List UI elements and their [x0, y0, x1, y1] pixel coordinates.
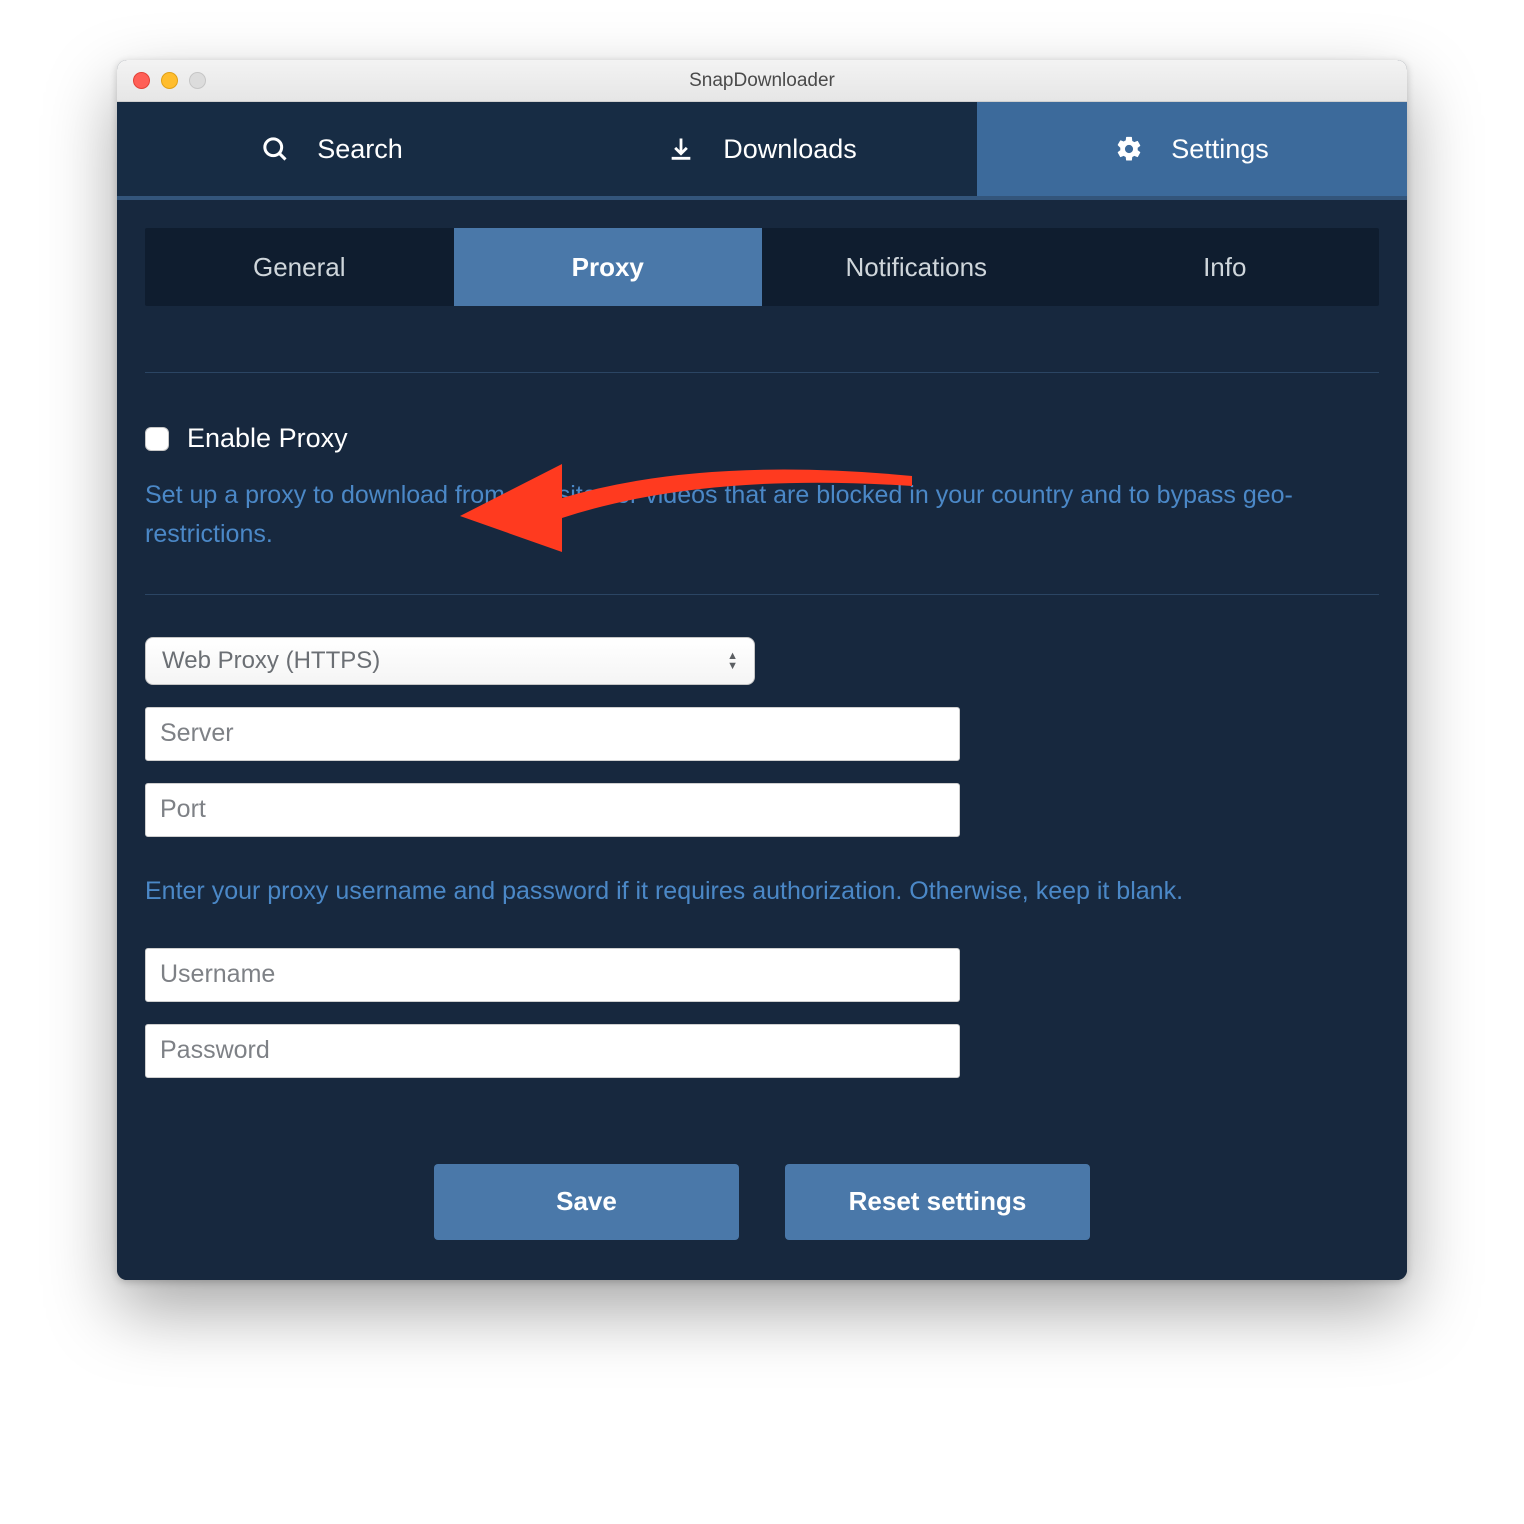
proxy-description: Set up a proxy to download from websites… [145, 476, 1379, 554]
proxy-type-select[interactable]: Web Proxy (HTTPS) ▲▼ [145, 637, 755, 685]
proxy-type-selected: Web Proxy (HTTPS) [162, 647, 380, 675]
nav-label: Downloads [723, 134, 857, 165]
app-window: SnapDownloader Search Downloads Settings… [117, 60, 1407, 1280]
window-title: SnapDownloader [117, 70, 1407, 92]
proxy-type-select-wrap: Web Proxy (HTTPS) ▲▼ [145, 637, 755, 685]
divider [145, 372, 1379, 373]
tab-proxy[interactable]: Proxy [454, 228, 763, 306]
nav-search[interactable]: Search [117, 102, 547, 196]
enable-proxy-label: Enable Proxy [187, 423, 348, 454]
password-input[interactable]: Password [145, 1024, 960, 1078]
action-buttons: Save Reset settings [145, 1164, 1379, 1240]
download-icon [667, 135, 695, 163]
divider [145, 594, 1379, 595]
titlebar: SnapDownloader [117, 60, 1407, 102]
settings-sub-tabs: General Proxy Notifications Info [145, 228, 1379, 306]
input-placeholder: Password [160, 1036, 270, 1065]
gear-icon [1115, 135, 1143, 163]
nav-downloads[interactable]: Downloads [547, 102, 977, 196]
main-navbar: Search Downloads Settings [117, 102, 1407, 200]
enable-proxy-row: Enable Proxy [145, 423, 1379, 454]
tab-info[interactable]: Info [1071, 228, 1380, 306]
auth-description: Enter your proxy username and password i… [145, 877, 1379, 906]
username-input[interactable]: Username [145, 948, 960, 1002]
chevron-updown-icon: ▲▼ [727, 652, 738, 670]
tab-notifications[interactable]: Notifications [762, 228, 1071, 306]
reset-settings-button[interactable]: Reset settings [785, 1164, 1090, 1240]
search-icon [261, 135, 289, 163]
nav-label: Settings [1171, 134, 1269, 165]
nav-label: Search [317, 134, 403, 165]
tab-general[interactable]: General [145, 228, 454, 306]
server-input[interactable]: Server [145, 707, 960, 761]
port-input[interactable]: Port [145, 783, 960, 837]
enable-proxy-checkbox[interactable] [145, 427, 169, 451]
input-placeholder: Port [160, 795, 206, 824]
settings-content: General Proxy Notifications Info Enable … [117, 200, 1407, 1280]
input-placeholder: Server [160, 719, 234, 748]
nav-settings[interactable]: Settings [977, 102, 1407, 196]
input-placeholder: Username [160, 960, 275, 989]
save-button[interactable]: Save [434, 1164, 739, 1240]
